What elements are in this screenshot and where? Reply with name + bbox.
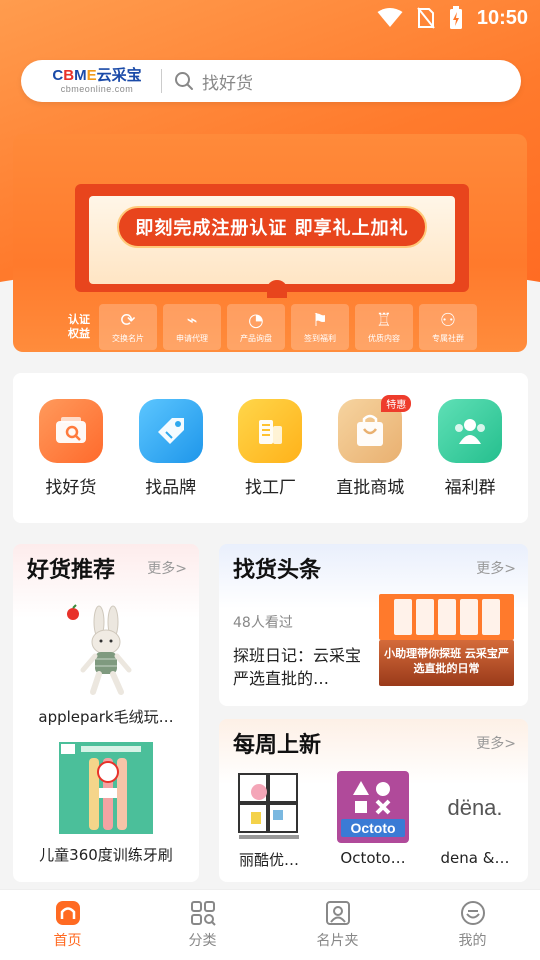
brand-item[interactable]: Octoto Octoto…	[331, 771, 415, 867]
banner-ticket: 即刻完成注册认证 即享礼上加礼	[75, 184, 469, 298]
category-find-factory[interactable]: 找工厂	[225, 399, 315, 523]
goods-search-icon	[38, 399, 103, 463]
factory-icon	[238, 399, 303, 463]
article-title[interactable]: 探班日记：云采宝严选直批的…	[233, 644, 373, 690]
benefit-checkin: ⚑ 签到福利	[291, 304, 349, 350]
product-item[interactable]: applepark毛绒玩…	[13, 602, 199, 727]
card-holder-icon	[325, 901, 350, 925]
search-divider	[161, 69, 162, 93]
benefits-title: 认证权益	[68, 313, 90, 340]
inquiry-icon: ◔	[248, 309, 264, 331]
category-icon	[190, 901, 216, 926]
wifi-icon	[377, 8, 403, 27]
category-card: 找好货 找品牌 找工厂 特惠 直批商城 福利群	[13, 373, 528, 523]
brand-item[interactable]: 丽酷优…	[227, 771, 311, 870]
svg-text:dëna.: dëna.	[447, 795, 502, 820]
category-find-brand[interactable]: 找品牌	[126, 399, 216, 523]
home-icon	[55, 901, 80, 925]
plush-bunny-image	[58, 602, 154, 698]
status-bar: 10:50	[0, 0, 540, 36]
product-name: applepark毛绒玩…	[38, 708, 174, 726]
category-wholesale-mall[interactable]: 特惠 直批商城	[325, 395, 415, 523]
flag-icon: ⚑	[311, 309, 329, 331]
benefit-quality-content: ♖ 优质内容	[355, 304, 413, 350]
toothbrush-image	[58, 740, 154, 836]
brand-item[interactable]: dëna. dena &…	[433, 771, 517, 867]
view-count: 48人看过	[233, 615, 293, 631]
article-thumbnail-bottom: 小助理带你探班 云采宝严选直批的日常	[379, 640, 514, 686]
octoto-brand-logo: Octoto	[337, 771, 409, 843]
benefit-community: ⚇ 专属社群	[419, 304, 477, 350]
nav-profile[interactable]: 我的	[423, 900, 523, 950]
category-find-goods[interactable]: 找好货	[26, 399, 116, 523]
nav-card-holder[interactable]: 名片夹	[288, 900, 388, 950]
promo-banner[interactable]: 即刻完成注册认证 即享礼上加礼 认证权益 ⟳ 交换名片 ⌁ 申请代理 ◔ 产品询…	[13, 134, 527, 352]
weekly-new-panel: 每周上新 更多> 丽酷优… Octoto Octoto… dëna. dena …	[219, 719, 528, 882]
product-item[interactable]: 儿童360度训练牙刷	[13, 740, 199, 865]
benefit-inquiry: ◔ 产品询盘	[227, 304, 285, 350]
community-icon: ⚇	[439, 309, 457, 331]
weekly-new-more-link[interactable]: 更多>	[476, 733, 516, 753]
nav-category[interactable]: 分类	[153, 900, 253, 950]
tag-icon	[138, 399, 203, 463]
category-welfare-group[interactable]: 福利群	[425, 399, 515, 523]
headlines-more-link[interactable]: 更多>	[476, 558, 516, 578]
search-icon	[175, 72, 193, 90]
benefit-row: 认证权益 ⟳ 交换名片 ⌁ 申请代理 ◔ 产品询盘 ⚑ 签到福利 ♖ 优质内容 …	[65, 304, 477, 350]
bottom-nav: 首页 分类 名片夹 我的	[0, 889, 540, 960]
banner-headline: 即刻完成注册认证 即享礼上加礼	[117, 206, 427, 248]
good-picks-title: 好货推荐	[27, 558, 116, 583]
article-thumbnail-top	[379, 594, 514, 640]
exchange-icon: ⟳	[120, 309, 136, 331]
brand-name: dena &…	[440, 849, 510, 867]
agent-icon: ⌁	[186, 309, 198, 331]
nav-home[interactable]: 首页	[18, 900, 118, 950]
brand-name: 丽酷优…	[238, 851, 299, 869]
search-bar[interactable]: C B M E 云采宝 cbmeonline.com 找好货	[21, 60, 521, 102]
group-icon	[438, 399, 503, 463]
headlines-title: 找货头条	[233, 558, 322, 583]
product-name: 儿童360度训练牙刷	[39, 846, 173, 864]
no-sim-icon	[417, 7, 435, 29]
battery-charging-icon	[449, 6, 462, 29]
profile-icon	[460, 901, 485, 925]
search-input[interactable]: 找好货	[202, 69, 253, 94]
benefit-exchange-card: ⟳ 交换名片	[99, 304, 157, 350]
weekly-new-title: 每周上新	[233, 733, 322, 758]
benefit-apply-agent: ⌁ 申请代理	[163, 304, 221, 350]
sale-badge: 特惠	[381, 395, 412, 412]
good-picks-panel: 好货推荐 更多> applepark毛绒玩… 儿童360度训练牙刷	[13, 544, 199, 882]
award-icon: ♖	[375, 309, 393, 331]
dena-brand-logo: dëna.	[439, 771, 511, 843]
brand-name: Octoto…	[340, 849, 406, 867]
clock: 10:50	[476, 6, 528, 29]
cbme-logo: C B M E 云采宝 cbmeonline.com	[52, 67, 142, 95]
liqu-brand-logo	[233, 771, 305, 843]
good-picks-more-link[interactable]: 更多>	[147, 558, 187, 578]
headlines-panel[interactable]: 找货头条 更多> 48人看过 探班日记：云采宝严选直批的… 小助理带你探班 云采…	[219, 544, 528, 706]
svg-text:Octoto: Octoto	[350, 820, 395, 836]
